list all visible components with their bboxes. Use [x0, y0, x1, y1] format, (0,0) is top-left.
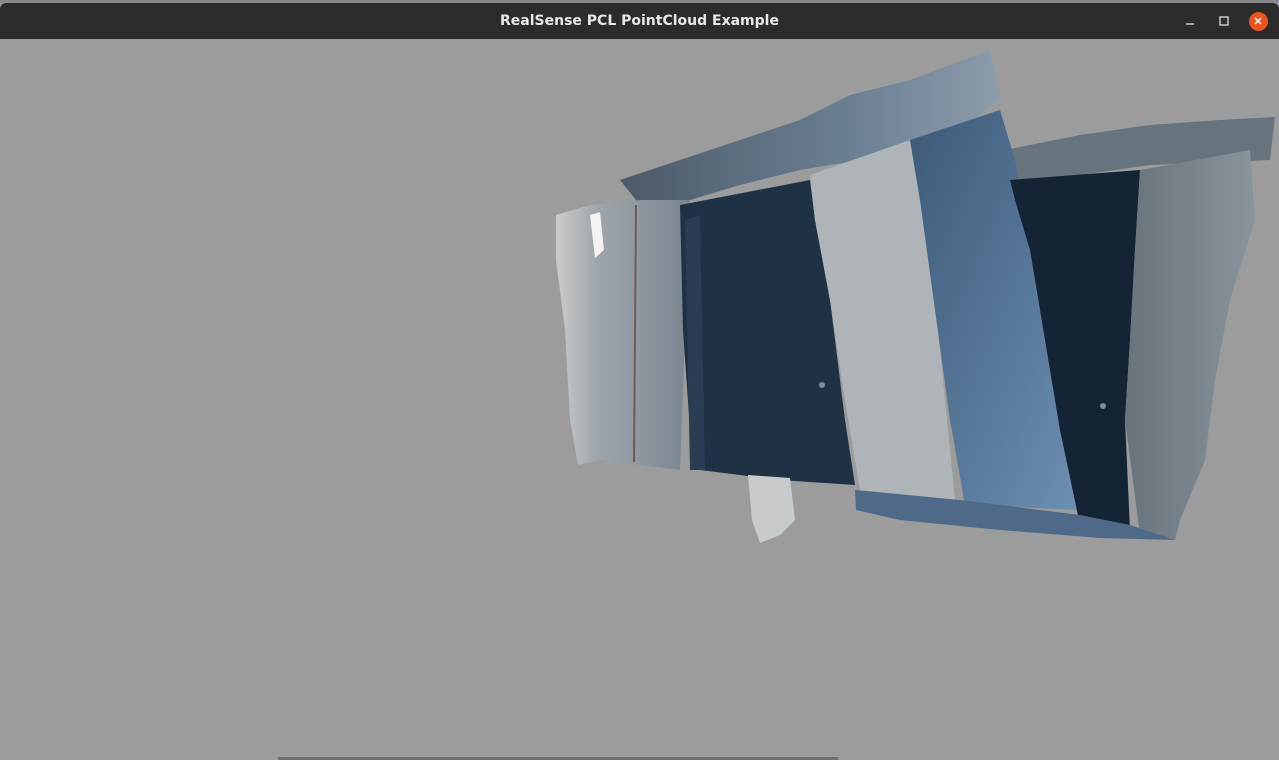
maximize-icon: [1219, 16, 1229, 26]
app-window: RealSense PCL PointCloud Example: [0, 0, 1279, 760]
maximize-button[interactable]: [1214, 11, 1234, 31]
close-icon: [1254, 17, 1262, 25]
right-wall-surface: [1125, 150, 1255, 540]
minimize-icon: [1186, 23, 1194, 25]
title-bar[interactable]: RealSense PCL PointCloud Example: [0, 3, 1279, 39]
close-button[interactable]: [1248, 11, 1268, 31]
close-button-circle: [1248, 11, 1268, 31]
pointcloud-viewport[interactable]: [0, 39, 1279, 760]
minimize-button[interactable]: [1180, 11, 1200, 31]
left-wall-surface: [556, 200, 690, 470]
pointcloud-render: [556, 50, 1275, 543]
window-title: RealSense PCL PointCloud Example: [500, 13, 779, 29]
